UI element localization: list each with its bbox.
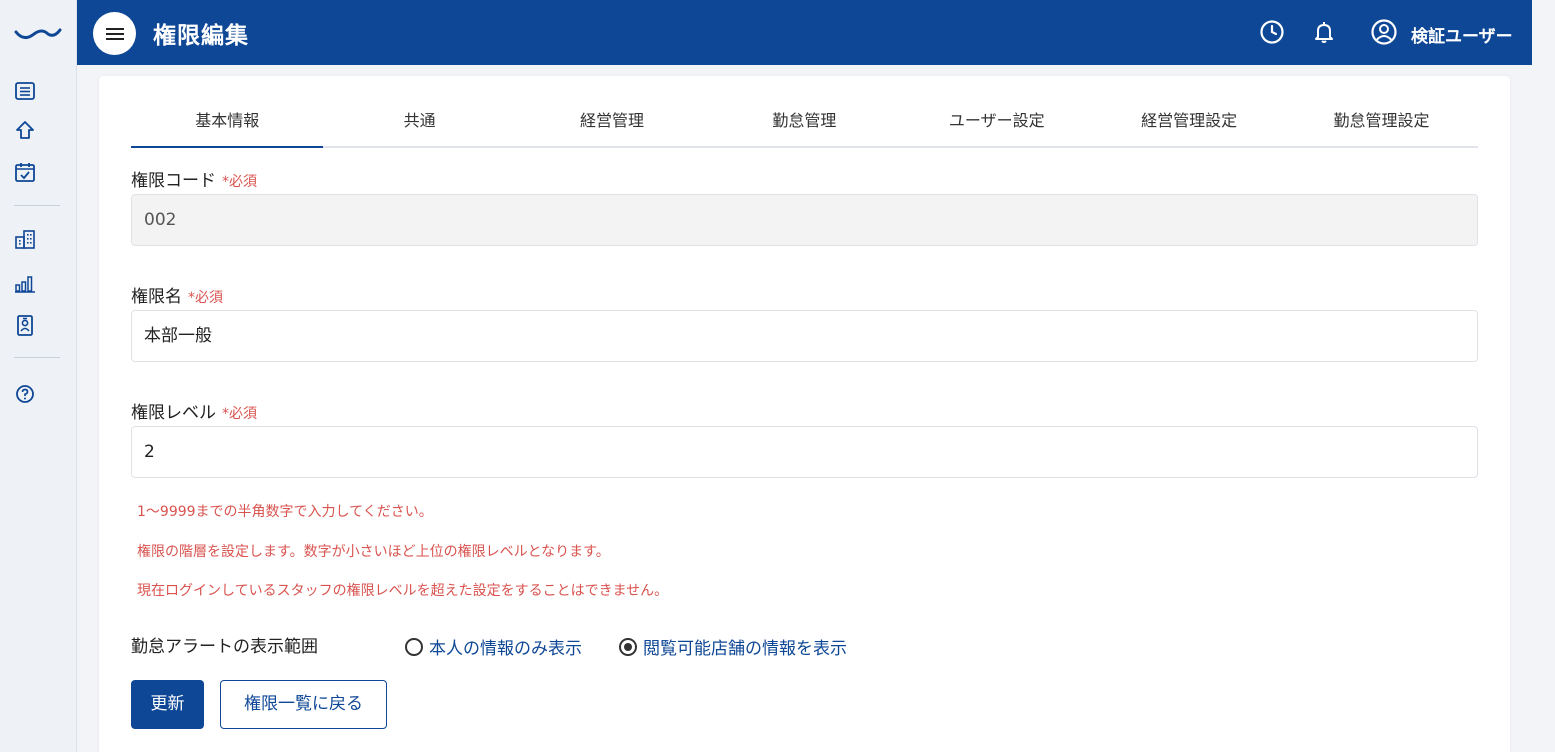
clock-icon[interactable] <box>1258 18 1286 46</box>
bell-icon[interactable] <box>1310 18 1338 46</box>
radio-viewable-stores-label: 閲覧可能店舗の情報を表示 <box>643 639 847 659</box>
code-label: 権限コード *必須 <box>131 166 257 191</box>
required-mark: *必須 <box>188 290 223 306</box>
tab-attendance-management-settings[interactable]: 勤怠管理設定 <box>1285 98 1477 146</box>
id-badge-icon[interactable] <box>14 314 36 336</box>
hamburger-menu-button[interactable] <box>93 12 136 55</box>
tab-business-management[interactable]: 経営管理 <box>516 98 708 146</box>
user-name[interactable]: 検証ユーザー <box>1411 22 1513 47</box>
code-input: 002 <box>131 194 1478 246</box>
alert-scope-label: 勤怠アラートの表示範囲 <box>131 637 318 657</box>
bar-chart-icon[interactable] <box>14 272 36 294</box>
sidebar <box>0 0 77 752</box>
calendar-check-icon[interactable] <box>14 161 36 183</box>
radio-checked-icon <box>619 637 637 656</box>
sidebar-divider <box>14 357 60 358</box>
edit-form-card: 基本情報 共通 経営管理 勤怠管理 ユーザー設定 経営管理設定 勤怠管理設定 権… <box>99 76 1510 752</box>
code-label-text: 権限コード <box>131 171 216 191</box>
radio-viewable-stores[interactable]: 閲覧可能店舗の情報を表示 <box>619 634 847 659</box>
radio-self-only-label: 本人の情報のみ表示 <box>429 639 582 659</box>
required-mark: *必須 <box>222 406 257 422</box>
back-to-list-button[interactable]: 権限一覧に戻る <box>220 680 387 729</box>
radio-unchecked-icon <box>405 637 423 656</box>
tab-business-management-settings[interactable]: 経営管理設定 <box>1093 98 1285 146</box>
required-mark: *必須 <box>222 174 257 190</box>
level-hint: 1〜9999までの半角数字で入力してください。 <box>137 504 433 520</box>
name-label: 権限名 *必須 <box>131 282 223 307</box>
tab-common[interactable]: 共通 <box>323 98 515 146</box>
help-icon[interactable] <box>14 383 36 405</box>
user-account-icon[interactable] <box>1370 18 1398 46</box>
hamburger-icon <box>105 27 124 40</box>
logo <box>14 28 62 39</box>
tab-user-settings[interactable]: ユーザー設定 <box>901 98 1093 146</box>
radio-self-only[interactable]: 本人の情報のみ表示 <box>405 634 582 659</box>
level-label-text: 権限レベル <box>131 403 216 423</box>
tab-bar: 基本情報 共通 経営管理 勤怠管理 ユーザー設定 経営管理設定 勤怠管理設定 <box>131 98 1478 148</box>
list-icon[interactable] <box>14 80 36 102</box>
name-input[interactable]: 本部一般 <box>131 310 1478 362</box>
level-label: 権限レベル *必須 <box>131 398 257 423</box>
home-icon[interactable] <box>14 119 36 141</box>
update-button[interactable]: 更新 <box>131 680 204 729</box>
level-hint: 権限の階層を設定します。数字が小さいほど上位の権限レベルとなります。 <box>137 544 610 560</box>
level-hint: 現在ログインしているスタッフの権限レベルを超えた設定をすることはできません。 <box>137 583 669 599</box>
page-title: 権限編集 <box>153 23 249 49</box>
name-label-text: 権限名 <box>131 287 182 307</box>
building-icon[interactable] <box>14 228 36 250</box>
sidebar-divider <box>14 205 60 206</box>
tab-basic-info[interactable]: 基本情報 <box>131 98 324 148</box>
scrollbar-track[interactable] <box>1532 0 1555 752</box>
level-input[interactable]: 2 <box>131 426 1478 478</box>
tab-attendance-management[interactable]: 勤怠管理 <box>708 98 900 146</box>
top-bar: 権限編集 検証ユーザー <box>77 0 1532 65</box>
